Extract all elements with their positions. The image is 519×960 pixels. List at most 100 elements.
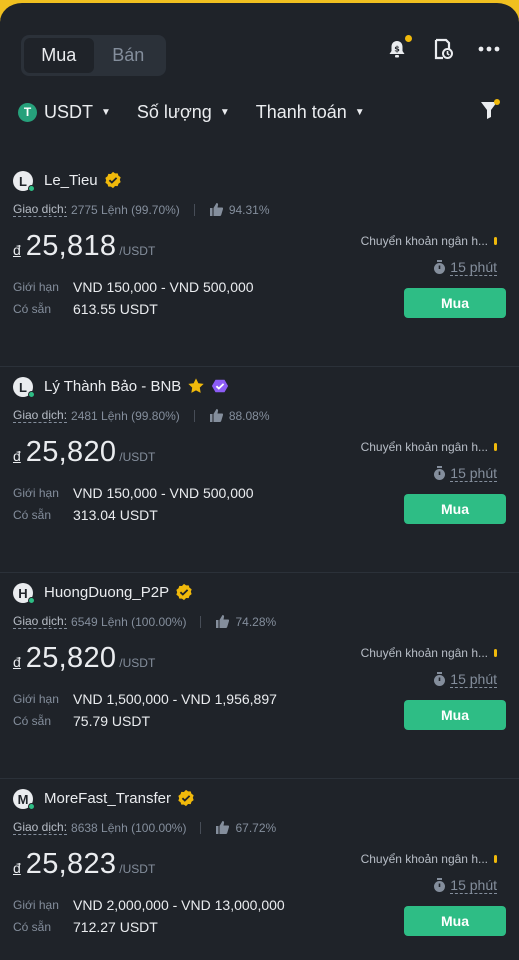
avatar-letter: L	[19, 173, 27, 189]
trades-count: 2775 Lệnh	[71, 202, 128, 217]
buy-button[interactable]: Mua	[404, 494, 506, 524]
limit-row: Giới hạn VND 2,000,000 - VND 13,000,000	[13, 897, 285, 913]
currency-symbol: đ	[13, 860, 21, 876]
price-alert-icon[interactable]: $	[385, 35, 412, 61]
advertiser-name-text: MoreFast_Transfer	[44, 789, 171, 807]
trades-count: 6549 Lệnh	[71, 614, 128, 629]
payment-color-marker	[494, 649, 497, 657]
divider	[193, 203, 195, 216]
badges	[104, 171, 122, 189]
header-actions: $	[385, 35, 501, 61]
caret-down-icon: ▼	[101, 106, 111, 118]
limit-label: Giới hạn	[13, 692, 59, 706]
thumbs-up-icon	[209, 203, 223, 216]
svg-text:$: $	[394, 45, 400, 54]
completion-rate: (99.70%)	[131, 202, 180, 217]
p2p-screen: Mua Bán $ T USDT ▼ Số lượng ▼ Thanh toán…	[0, 0, 519, 960]
trades-label[interactable]: Giao dịch:	[13, 820, 68, 835]
ad-card: M MoreFast_Transfer Giao dịch: 8638 Lệnh…	[0, 779, 519, 960]
limit-label: Giới hạn	[13, 486, 59, 500]
available-row: Có sẵn 613.55 USDT	[13, 301, 158, 317]
limit-value: VND 150,000 - VND 500,000	[73, 485, 254, 501]
filter-bar: T USDT ▼ Số lượng ▼ Thanh toán ▼	[18, 99, 501, 125]
payment-method: Chuyển khoản ngân h...	[361, 852, 497, 866]
advertiser-name[interactable]: HuongDuong_P2P	[44, 583, 193, 601]
available-value: 613.55 USDT	[73, 301, 158, 317]
online-indicator	[28, 803, 35, 810]
more-icon[interactable]	[477, 37, 501, 61]
buy-button[interactable]: Mua	[404, 700, 506, 730]
asset-label: USDT	[44, 101, 93, 122]
buy-button[interactable]: Mua	[404, 906, 506, 936]
online-indicator	[28, 391, 35, 398]
price: đ 25,823 /USDT	[13, 848, 155, 881]
amount-filter[interactable]: Số lượng ▼	[137, 102, 230, 123]
price-unit: /USDT	[119, 656, 156, 670]
avatar-letter: M	[17, 791, 29, 807]
tab-buy[interactable]: Mua	[24, 38, 94, 73]
payment-color-marker	[494, 443, 497, 451]
available-row: Có sẵn 75.79 USDT	[13, 713, 150, 729]
payment-time: 15 phút	[433, 259, 497, 276]
asset-filter[interactable]: T USDT ▼	[18, 102, 111, 123]
completion-rate: (100.00%)	[131, 614, 187, 629]
limit-label: Giới hạn	[13, 898, 59, 912]
price: đ 25,820 /USDT	[13, 642, 155, 675]
available-value: 75.79 USDT	[73, 713, 151, 729]
available-row: Có sẵn 313.04 USDT	[13, 507, 158, 523]
timer-icon	[434, 466, 446, 480]
usdt-coin-icon: T	[18, 102, 37, 122]
payment-time-text[interactable]: 15 phút	[450, 259, 497, 276]
advertiser-name-text: Lý Thành Bảo - BNB	[44, 377, 182, 395]
available-row: Có sẵn 712.27 USDT	[13, 919, 158, 935]
positive-rating: 94.31%	[228, 202, 270, 217]
limit-value: VND 2,000,000 - VND 13,000,000	[73, 897, 285, 913]
trades-label[interactable]: Giao dịch:	[13, 202, 68, 217]
available-label: Có sẵn	[13, 920, 52, 934]
trade-stats: Giao dịch: 2481 Lệnh (99.80%) 88.08%	[13, 408, 270, 423]
payment-time-text[interactable]: 15 phút	[450, 671, 497, 688]
payment-time-text[interactable]: 15 phút	[450, 877, 497, 894]
payment-method: Chuyển khoản ngân h...	[361, 646, 497, 660]
buy-sell-toggle: Mua Bán	[21, 35, 166, 76]
price-value: 25,820	[25, 436, 117, 468]
ad-card: L Le_Tieu Giao dịch: 2775 Lệnh (99.70%) …	[0, 161, 519, 367]
limit-row: Giới hạn VND 1,500,000 - VND 1,956,897	[13, 691, 277, 707]
payment-method: Chuyển khoản ngân h...	[361, 234, 497, 248]
thumbs-up-icon	[209, 409, 223, 422]
avatar: H	[13, 583, 35, 604]
thumbs-up-icon	[216, 615, 230, 628]
thumbs-up-icon	[216, 821, 230, 834]
verified-badge-icon	[178, 789, 194, 807]
payment-time: 15 phút	[433, 671, 497, 688]
advertiser-name[interactable]: MoreFast_Transfer	[44, 789, 195, 807]
payment-filter[interactable]: Thanh toán ▼	[256, 102, 365, 123]
trades-label[interactable]: Giao dịch:	[13, 408, 68, 423]
filter-icon[interactable]	[479, 99, 501, 123]
price-unit: /USDT	[119, 862, 156, 876]
divider	[193, 409, 195, 422]
price: đ 25,818 /USDT	[13, 230, 155, 263]
available-value: 313.04 USDT	[73, 507, 158, 523]
limit-row: Giới hạn VND 150,000 - VND 500,000	[13, 485, 254, 501]
completion-rate: (100.00%)	[131, 820, 187, 835]
advertiser-name[interactable]: Le_Tieu	[44, 171, 122, 189]
advertiser-name[interactable]: Lý Thành Bảo - BNB	[44, 377, 229, 395]
available-label: Có sẵn	[13, 508, 52, 522]
divider	[200, 615, 202, 628]
buy-button[interactable]: Mua	[404, 288, 506, 318]
payment-time-text[interactable]: 15 phút	[450, 465, 497, 482]
order-history-icon[interactable]	[431, 37, 455, 61]
payment-time: 15 phút	[433, 877, 497, 894]
positive-rating: 74.28%	[235, 614, 277, 629]
tab-sell[interactable]: Bán	[94, 38, 164, 73]
trades-count: 8638 Lệnh	[71, 820, 128, 835]
badges	[177, 789, 195, 807]
trade-stats: Giao dịch: 2775 Lệnh (99.70%) 94.31%	[13, 202, 270, 217]
limit-value: VND 150,000 - VND 500,000	[73, 279, 254, 295]
limit-row: Giới hạn VND 150,000 - VND 500,000	[13, 279, 254, 295]
payment-color-marker	[494, 237, 497, 245]
trade-stats: Giao dịch: 6549 Lệnh (100.00%) 74.28%	[13, 614, 276, 629]
trades-label[interactable]: Giao dịch:	[13, 614, 68, 629]
advertiser-name-text: Le_Tieu	[44, 171, 98, 189]
